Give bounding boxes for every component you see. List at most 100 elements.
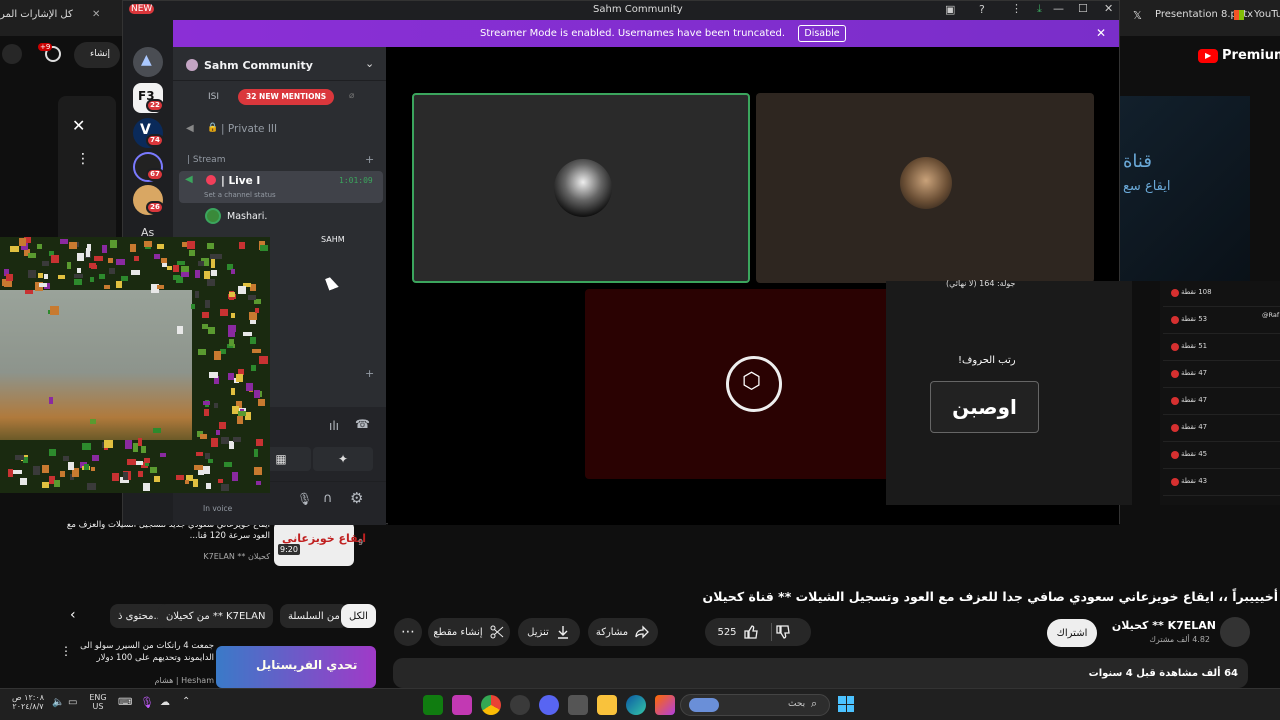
related-video-item[interactable]: ايقاع خويزعاني 9:20 9 ايقاع خويزعاني سعو…: [58, 520, 374, 576]
close-banner-icon[interactable]: ✕: [1096, 26, 1106, 40]
dislike-button[interactable]: [775, 624, 791, 643]
sprite: [211, 437, 218, 447]
browser-tab[interactable]: كل الإشارات المر: [0, 9, 73, 20]
tab-close-icon[interactable]: ✕: [92, 9, 100, 20]
like-button[interactable]: 525: [705, 618, 771, 646]
sprite: [172, 275, 180, 281]
cloud-icon[interactable]: ☁: [160, 697, 170, 708]
sprite: [111, 473, 119, 482]
voice-member[interactable]: SAHM: [321, 235, 345, 244]
related-channel: Hesham | هشام: [154, 676, 214, 685]
create-button[interactable]: إنشاء: [74, 42, 120, 68]
chip-series[interactable]: من السلسلة: [280, 604, 348, 628]
download-icon[interactable]: ⤓: [1037, 2, 1042, 16]
server-icon[interactable]: ▲: [133, 47, 163, 77]
server-name[interactable]: Sahm Community: [204, 59, 313, 72]
network-icon[interactable]: ▭: [68, 697, 77, 708]
channel-live-selected[interactable]: ◀ | Live I 1:01:09 Set a channel status: [179, 171, 383, 203]
discord-icon[interactable]: [539, 695, 559, 715]
settings-gear-icon[interactable]: ⚙: [350, 489, 363, 507]
app-icon[interactable]: [452, 695, 472, 715]
back-icon[interactable]: [2, 44, 22, 64]
channel-avatar[interactable]: [1220, 617, 1250, 647]
clock[interactable]: ١٢:٠٨ ص ٢٠٢٤/٨/٧: [8, 693, 48, 711]
chrome-icon[interactable]: [481, 695, 501, 715]
live-timer: 1:01:09: [339, 176, 373, 185]
leaderboard-row: 45 نقطة: [1163, 443, 1280, 469]
file-explorer-icon[interactable]: [597, 695, 617, 715]
voice-member[interactable]: Mashari.: [227, 211, 267, 222]
subscribe-button[interactable]: اشتراك: [1047, 619, 1097, 647]
microphone-icon[interactable]: 🎙: [297, 492, 312, 506]
sprite: [247, 294, 256, 300]
search-placeholder: بحث: [788, 699, 806, 709]
video-title: أخيييبراً ،، ايقاع خويزعاني سعودي صافي ج…: [702, 589, 1278, 604]
sprite: [204, 408, 210, 417]
thumbs-up-icon: [743, 625, 758, 639]
sprite: [236, 374, 243, 383]
windows-start-icon[interactable]: [838, 696, 854, 712]
voice-activity-icon[interactable]: ılı: [329, 419, 339, 433]
xbox-icon[interactable]: [423, 695, 443, 715]
avatar: [205, 208, 221, 224]
disconnect-icon[interactable]: ☎: [355, 417, 370, 431]
edge-icon[interactable]: [626, 695, 646, 715]
add-icon[interactable]: +: [365, 367, 374, 380]
sprite: [218, 422, 227, 430]
close-icon[interactable]: ✕: [72, 116, 85, 135]
video-tile-speaking[interactable]: [412, 93, 750, 283]
clip-button[interactable]: إنشاء مقطع: [428, 618, 510, 646]
channel-status[interactable]: Set a channel status: [204, 191, 276, 199]
sprite: [19, 478, 27, 486]
soundboard-button[interactable]: ✦: [313, 447, 373, 471]
more-options-icon[interactable]: ⋮: [60, 644, 72, 658]
chevron-up-icon[interactable]: ⌃: [182, 696, 190, 707]
microphone-icon[interactable]: 🎙: [140, 696, 154, 709]
video-ad-banner[interactable]: قناة ايقاع سع: [1118, 96, 1250, 281]
category-stream[interactable]: | Stream: [187, 155, 225, 165]
browser-tab[interactable]: YouTu: [1254, 9, 1280, 20]
maximize-icon[interactable]: ☐: [1078, 2, 1088, 15]
video-tile[interactable]: [756, 93, 1094, 283]
inbox-icon[interactable]: ▣: [945, 3, 955, 16]
share-button[interactable]: مشاركة: [588, 618, 658, 646]
sprite: [82, 442, 92, 451]
sprite: [109, 267, 115, 275]
mute-icon[interactable]: ⌀: [349, 91, 354, 101]
headphones-icon[interactable]: ∩: [323, 491, 333, 506]
sprite: [62, 456, 69, 462]
taskbar-search[interactable]: بحث ⌕: [680, 694, 830, 716]
video-tile[interactable]: ⬡: [585, 289, 923, 479]
share-icon: [635, 625, 650, 639]
chip-all[interactable]: الكل: [341, 604, 376, 628]
app-icon[interactable]: [655, 695, 675, 715]
chip-channel[interactable]: من كحيلان ** K7ELAN: [158, 604, 274, 628]
app-icon[interactable]: [510, 695, 530, 715]
channel-name[interactable]: كحيلان ** K7ELAN: [1108, 619, 1216, 632]
app-icon[interactable]: [568, 695, 588, 715]
close-window-icon[interactable]: ✕: [1104, 2, 1113, 15]
download-button[interactable]: تنزيل: [518, 618, 580, 646]
youtube-logo-icon[interactable]: ▶: [1198, 49, 1218, 63]
channel-partial[interactable]: ISI: [208, 92, 219, 102]
related-video-item[interactable]: ⋮ جمعت 4 رانكات من السيرر سولو الى الداي…: [58, 640, 376, 688]
description-box[interactable]: 64 ألف مشاهدة قبل 4 سنوات: [393, 658, 1248, 688]
disable-button[interactable]: Disable: [798, 25, 846, 42]
sprite: [86, 248, 91, 258]
volume-icon[interactable]: 🔈: [52, 697, 64, 708]
language-indicator[interactable]: ENG US: [86, 693, 110, 711]
sprite: [76, 252, 85, 261]
more-options-icon[interactable]: ⋮: [76, 151, 90, 167]
chevron-down-icon[interactable]: ⌄: [365, 57, 374, 70]
new-mentions-pill[interactable]: 32 NEW MENTIONS: [238, 89, 335, 105]
channel-private[interactable]: | Private III: [221, 123, 277, 135]
add-channel-icon[interactable]: +: [365, 153, 374, 166]
help-icon[interactable]: ?: [979, 3, 985, 16]
keyboard-icon[interactable]: ⌨: [118, 697, 132, 708]
minimize-icon[interactable]: —: [1053, 2, 1064, 15]
sprite: [7, 469, 14, 478]
chevron-left-icon[interactable]: ‹: [70, 607, 76, 623]
more-actions-button[interactable]: ⋯: [394, 618, 422, 646]
more-options-icon[interactable]: ⋮: [1011, 2, 1022, 15]
taskbar: ١٢:٠٨ ص ٢٠٢٤/٨/٧ 🔈 ▭ ENG US ⌨ 🎙 ☁ ⌃ بحث …: [0, 688, 1280, 720]
